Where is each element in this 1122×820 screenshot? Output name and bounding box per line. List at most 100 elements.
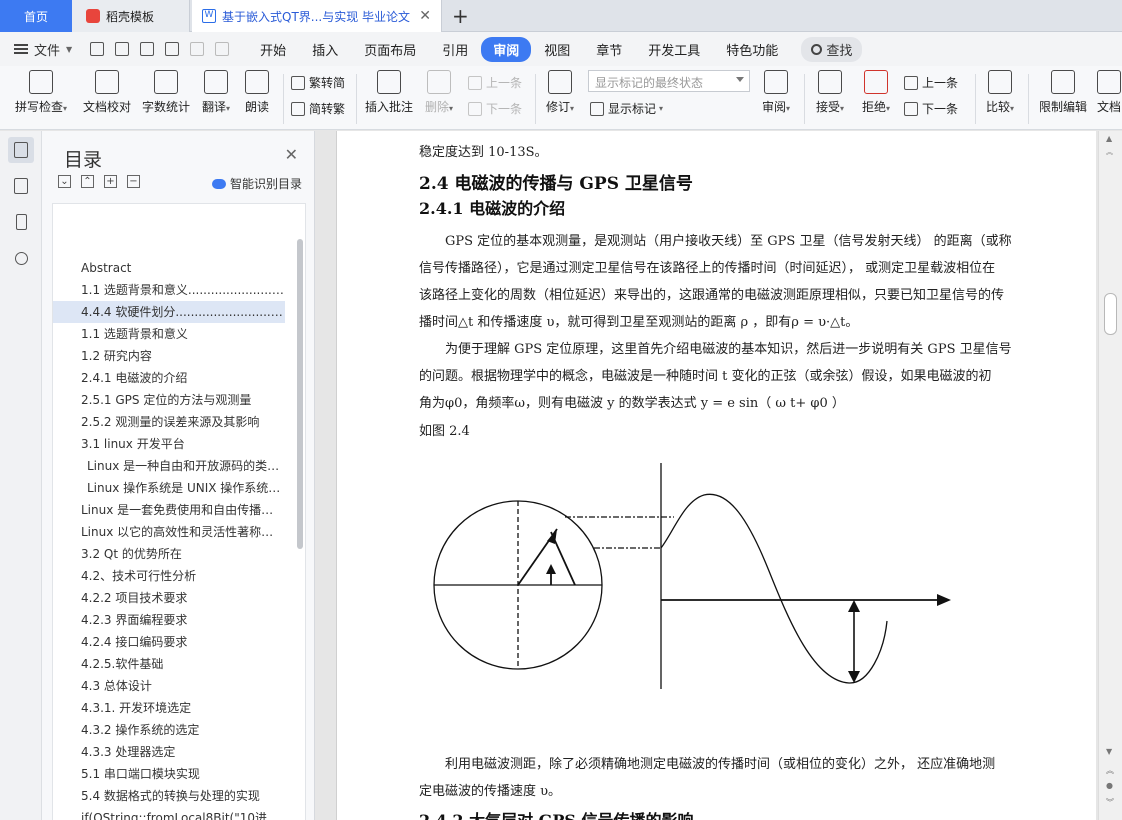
accept-button[interactable]: 接受▾: [810, 70, 850, 115]
sine-wave: [660, 493, 888, 684]
insert-comment-button[interactable]: 插入批注: [362, 70, 416, 115]
menu-chapter[interactable]: 章节: [583, 40, 635, 59]
restrict-editing-button[interactable]: 限制编辑: [1034, 70, 1092, 115]
menu-review[interactable]: 审阅: [481, 36, 532, 62]
reject-button[interactable]: 拒绝▾: [856, 70, 896, 115]
toc-item[interactable]: Abstract: [81, 257, 285, 279]
chevron-down-icon: ▼: [66, 44, 73, 54]
add-heading-icon[interactable]: +: [104, 175, 117, 188]
toc-item[interactable]: 1.1 选题背景和意义.............................…: [81, 279, 285, 301]
toc-item[interactable]: 3.1 linux 开发平台: [81, 433, 285, 455]
bookmark-nav-button[interactable]: [8, 209, 34, 235]
search-button[interactable]: 查找: [801, 36, 863, 62]
prev-change-button[interactable]: 上一条: [904, 74, 958, 91]
toc-item[interactable]: 4.3 总体设计: [81, 675, 285, 697]
toc-item[interactable]: Linux 操作系统是 UNIX 操作系统的一种克隆系统: [87, 477, 285, 499]
expand-all-icon[interactable]: ⌃: [81, 175, 94, 188]
new-tab-button[interactable]: +: [452, 4, 469, 28]
doc-permission-button[interactable]: 文档: [1096, 70, 1122, 115]
toc-item[interactable]: 2.4.1 电磁波的介绍: [81, 367, 285, 389]
toc-item[interactable]: 4.2.3 界面编程要求: [81, 609, 285, 631]
scroll-up-page-icon[interactable]: ︽: [1106, 147, 1113, 157]
next-page-icon[interactable]: ︾: [1106, 797, 1114, 808]
compare-label: 比较: [985, 100, 1010, 114]
menu-insert[interactable]: 插入: [299, 40, 351, 59]
toc-item[interactable]: Linux 是一套免费使用和自由传播的类Unix操作系统: [81, 499, 285, 521]
smart-toc-button[interactable]: 智能识别目录: [211, 175, 302, 192]
toc-item[interactable]: if(QString::fromLocal8Bit("10进: [81, 807, 285, 820]
toc-item[interactable]: 5.1 串口端口模块实现: [81, 763, 285, 785]
toc-item[interactable]: 2.5.2 观测量的误差来源及其影响: [81, 411, 285, 433]
next-comment-button[interactable]: 下一条: [468, 100, 522, 117]
scroll-down-icon[interactable]: ▼: [1106, 747, 1112, 756]
select-browse-icon[interactable]: ●: [1106, 781, 1113, 790]
tab-document[interactable]: W 基于嵌入式QT界...与实现 毕业论文 ✕: [192, 0, 442, 32]
toc-item[interactable]: 2.5.1 GPS 定位的方法与观测量: [81, 389, 285, 411]
toc-item[interactable]: 4.2.5.软件基础: [81, 653, 285, 675]
trad-to-simp-button[interactable]: 繁转简: [291, 74, 345, 91]
menu-page-layout[interactable]: 页面布局: [351, 40, 429, 59]
read-aloud-button[interactable]: 朗读: [240, 70, 274, 115]
proofread-button[interactable]: 文档校对: [78, 70, 136, 115]
smart-toc-label: 智能识别目录: [229, 177, 302, 191]
toc-item[interactable]: 5.4 数据格式的转换与处理的实现: [81, 785, 285, 807]
undo-icon[interactable]: [190, 42, 205, 56]
toc-item[interactable]: 4.3.3 处理器选定: [81, 741, 285, 763]
review-pane-button[interactable]: 审阅▾: [756, 70, 796, 115]
toc-item[interactable]: 4.2.4 接口编码要求: [81, 631, 285, 653]
toc-item[interactable]: 1.1 选题背景和意义: [81, 323, 285, 345]
markup-state-select[interactable]: 显示标记的最终状态: [588, 70, 750, 92]
save-icon[interactable]: [90, 42, 105, 56]
toc-item[interactable]: 1.2 研究内容: [81, 345, 285, 367]
tab-template[interactable]: 稻壳模板: [72, 0, 190, 32]
close-icon[interactable]: ✕: [285, 145, 298, 164]
spellcheck-label: 拼写检查: [14, 100, 63, 114]
menu-start[interactable]: 开始: [247, 40, 299, 59]
redo-icon[interactable]: [215, 42, 230, 56]
menu-references[interactable]: 引用: [429, 40, 481, 59]
collapse-all-icon[interactable]: ⌄: [58, 175, 71, 188]
compare-button[interactable]: 比较▾: [980, 70, 1020, 115]
next-change-button[interactable]: 下一条: [904, 100, 958, 117]
toc-item[interactable]: Linux 以它的高效性和灵活性著称，模块化的设计: [81, 521, 285, 543]
restrict-editing-label: 限制编辑: [1038, 100, 1087, 114]
toc-scrollbar[interactable]: [297, 239, 303, 549]
show-markup-button[interactable]: 显示标记 ▾: [590, 100, 663, 117]
menu-view[interactable]: 视图: [531, 40, 583, 59]
ribbon-divider: [283, 74, 284, 124]
document-scrollbar[interactable]: ▲ ︽ ▼ ︽ ● ︾: [1098, 131, 1122, 820]
toc-item[interactable]: 4.2、技术可行性分析: [81, 565, 285, 587]
file-menu[interactable]: 文件 ▼: [14, 40, 72, 59]
document-page[interactable]: 稳定度达到 10-13S。 2.4 电磁波的传播与 GPS 卫星信号 2.4.1…: [336, 131, 1096, 820]
toc-item-selected[interactable]: 4.4.4 软硬件划分.............................…: [53, 301, 285, 323]
remove-heading-icon[interactable]: −: [127, 175, 140, 188]
toc-nav-button[interactable]: [8, 137, 34, 163]
menu-features[interactable]: 特色功能: [713, 40, 791, 59]
delete-comment-button[interactable]: 删除▾: [420, 70, 458, 115]
scroll-up-icon[interactable]: ▲: [1106, 134, 1112, 143]
toc-item[interactable]: 4.3.1. 开发环境选定: [81, 697, 285, 719]
spellcheck-button[interactable]: 拼写检查▾: [10, 70, 72, 115]
menu-developer[interactable]: 开发工具: [635, 40, 713, 59]
tab-home[interactable]: 首页: [0, 0, 72, 32]
chapter-nav-button[interactable]: [8, 173, 34, 199]
toc-item[interactable]: Linux 是一种自由和开放源码的类UNIX操作系统: [87, 455, 285, 477]
toc-item[interactable]: 4.2.2 项目技术要求: [81, 587, 285, 609]
simp-to-trad-button[interactable]: 简转繁: [291, 100, 345, 117]
scroll-thumb[interactable]: [1104, 293, 1117, 335]
comment-icon: [377, 70, 401, 94]
toc-item[interactable]: 4.3.2 操作系统的选定: [81, 719, 285, 741]
close-icon[interactable]: ✕: [419, 8, 431, 24]
export-pdf-icon[interactable]: [115, 42, 130, 56]
find-nav-button[interactable]: [8, 245, 34, 271]
prev-page-icon[interactable]: ︽: [1106, 765, 1114, 776]
translate-button[interactable]: 翻译▾: [196, 70, 236, 115]
print-icon[interactable]: [140, 42, 155, 56]
print-preview-icon[interactable]: [165, 42, 180, 56]
document-canvas: 稳定度达到 10-13S。 2.4 电磁波的传播与 GPS 卫星信号 2.4.1…: [316, 131, 1098, 820]
prev-comment-button[interactable]: 上一条: [468, 74, 522, 91]
trad-to-simp-label: 繁转简: [309, 76, 346, 90]
toc-item[interactable]: 3.2 Qt 的优势所在: [81, 543, 285, 565]
wordcount-button[interactable]: 字数统计: [138, 70, 194, 115]
track-changes-button[interactable]: 修订▾: [540, 70, 580, 115]
